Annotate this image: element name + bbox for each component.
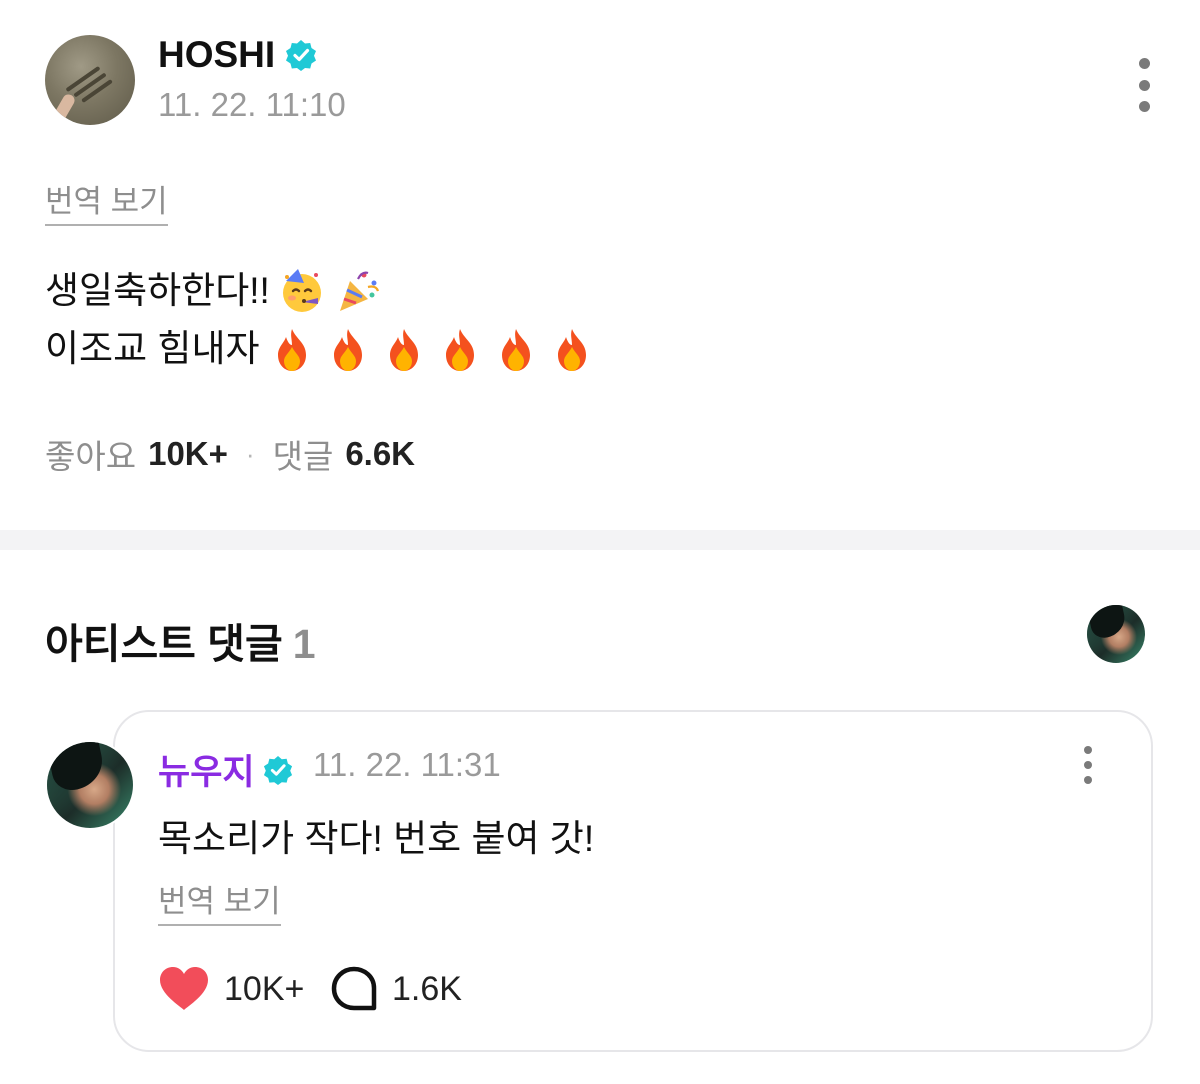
dot	[1084, 746, 1092, 754]
avatar-art	[81, 79, 113, 103]
post-stats: 좋아요 10K+ · 댓글 6.6K	[45, 430, 415, 478]
more-options-icon[interactable]	[1130, 58, 1158, 112]
post-timestamp: 11. 22. 11:10	[158, 86, 346, 123]
dot	[1084, 776, 1092, 784]
avatar-art	[1087, 605, 1128, 641]
post-text-line-2: 이조교 힘내자	[45, 328, 260, 369]
reply-button[interactable]: 1.6K	[330, 966, 462, 1012]
verified-badge-icon	[286, 40, 317, 71]
stats-separator: ·	[245, 438, 255, 469]
avatar-art	[1087, 605, 1145, 663]
comment-timestamp: 11. 22. 11:31	[313, 746, 501, 783]
comment-more-options-icon[interactable]	[1076, 746, 1100, 784]
heart-icon	[160, 967, 208, 1010]
commenter-name-text: 뉴우지	[158, 753, 255, 792]
likes-count[interactable]: 10K+	[148, 435, 228, 473]
post-text-line-1: 생일축하한다!!	[45, 270, 270, 311]
post-body-line-2: 이조교 힘내자	[45, 320, 596, 378]
likes-label: 좋아요	[45, 438, 137, 475]
comment-text: 목소리가 작다! 번호 붙여 갓!	[158, 818, 595, 859]
avatar-art	[49, 92, 77, 125]
verified-badge-icon	[263, 755, 292, 785]
party-popper-emoji-icon	[334, 267, 382, 315]
comment-translate-link[interactable]: 번역 보기	[158, 876, 281, 926]
post-body-line-1: 생일축하한다!!	[45, 262, 596, 320]
comments-label: 댓글	[272, 438, 334, 475]
like-button[interactable]: 10K+	[158, 966, 304, 1012]
comment-bubble-icon	[331, 966, 377, 1011]
dot	[1138, 58, 1150, 69]
commenter-avatar[interactable]	[45, 740, 135, 830]
artist-avatar-small[interactable]	[1087, 605, 1145, 663]
avatar-art	[47, 742, 108, 795]
fire-emoji-icon	[380, 325, 428, 373]
fire-emoji-icon	[436, 325, 484, 373]
artist-comments-title: 아티스트 댓글 1	[45, 610, 316, 670]
dot	[1138, 101, 1150, 112]
section-divider	[0, 530, 1200, 550]
fire-emoji-icon	[548, 325, 596, 373]
artist-comments-title-text: 아티스트 댓글	[45, 621, 283, 667]
dot	[1084, 761, 1092, 769]
translate-link[interactable]: 번역 보기	[45, 176, 168, 226]
fire-emoji-icon	[268, 325, 316, 373]
reply-count: 1.6K	[392, 969, 462, 1008]
author-name[interactable]: HOSHI	[158, 34, 317, 76]
dot	[1138, 79, 1150, 91]
fire-emoji-icon	[492, 325, 540, 373]
fire-emoji-icon	[324, 325, 372, 373]
partying-face-emoji-icon	[278, 267, 326, 315]
post-body: 생일축하한다!! 이조교 힘내자	[45, 262, 596, 378]
artist-comments-count: 1	[292, 621, 316, 667]
author-avatar[interactable]	[45, 35, 135, 125]
comments-count[interactable]: 6.6K	[345, 435, 415, 473]
avatar-art	[47, 742, 133, 828]
commenter-name[interactable]: 뉴우지	[158, 744, 293, 795]
like-count: 10K+	[224, 969, 305, 1008]
author-name-text: HOSHI	[158, 34, 276, 75]
